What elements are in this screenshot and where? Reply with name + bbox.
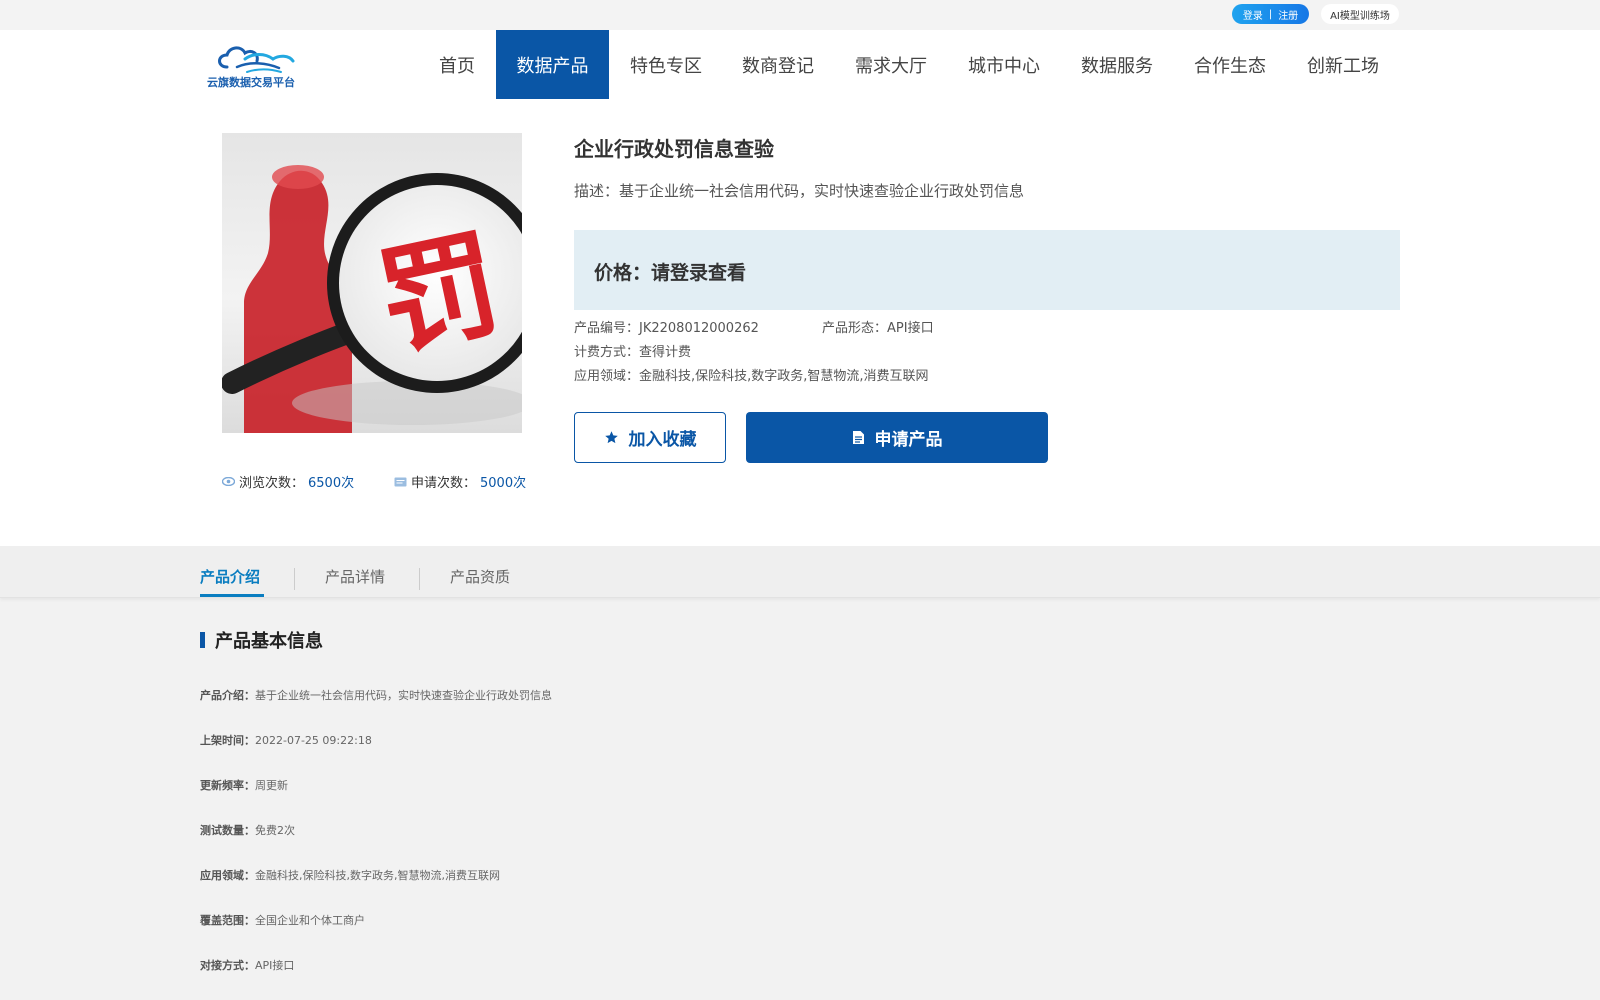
nav-item-featured[interactable]: 特色专区 [618,30,714,99]
nav-item-home[interactable]: 首页 [420,30,494,99]
product-description: 描述：基于企业统一社会信用代码，实时快速查验企业行政处罚信息 [574,182,1025,200]
info-value: 免费2次 [255,824,295,837]
applications-value: 5000次 [480,476,527,491]
product-image: 罚 [222,133,522,433]
info-value: API接口 [255,959,295,972]
tab-product-details[interactable]: 产品详情 [325,566,385,587]
info-row-update-frequency: 更新频率：周更新 [200,777,288,793]
product-tabs: 产品介绍 产品详情 产品资质 [0,546,1600,598]
add-to-favorites-button[interactable]: 加入收藏 [574,412,726,463]
info-value: 周更新 [255,779,288,792]
price-box: 价格：请登录查看 [574,230,1400,310]
star-icon [604,431,618,444]
section-title-bar [200,632,205,648]
auth-pill: 登录 | 注册 [1232,4,1309,24]
info-key: 覆盖范围： [200,914,255,927]
section-title: 产品基本信息 [200,628,323,652]
info-row-coverage: 覆盖范围：全国企业和个体工商户 [200,912,365,928]
info-key: 更新频率： [200,779,255,792]
site-logo[interactable]: 云旗数据交易平台 [207,41,301,91]
ai-training-link[interactable]: AI模型训练场 [1321,4,1399,24]
product-id: 产品编号：JK2208012000262 [574,321,759,336]
add-to-favorites-label: 加入收藏 [628,430,697,450]
nav-item-data-services[interactable]: 数据服务 [1069,30,1165,99]
logo-text: 云旗数据交易平台 [207,76,295,89]
info-value: 金融科技,保险科技,数字政务,智慧物流,消费互联网 [255,869,500,882]
info-key: 上架时间： [200,734,255,747]
product-form: 产品形态：API接口 [822,321,934,336]
product-title: 企业行政处罚信息查验 [574,137,774,161]
eye-icon [222,477,235,486]
top-strip: 登录 | 注册 AI模型训练场 [0,0,1600,30]
info-value: 2022-07-25 09:22:18 [255,734,372,747]
info-row-domains: 应用领域：金融科技,保险科技,数字政务,智慧物流,消费互联网 [200,867,500,883]
info-row-integration: 对接方式：API接口 [200,957,294,973]
info-key: 应用领域： [200,869,255,882]
cloud-logo-icon [218,46,295,73]
info-value: 全国企业和个体工商户 [255,914,365,927]
tab-product-qualifications[interactable]: 产品资质 [450,566,510,587]
info-value: 基于企业统一社会信用代码，实时快速查验企业行政处罚信息 [255,689,552,702]
product-summary: 罚 浏览次数： 6500次 申请次数： 5000次 企业行政处罚信息查验 描述：基于… [0,101,1600,546]
views-label: 浏览次数： [239,476,305,491]
application-icon [394,477,407,486]
billing-method: 计费方式：查得计费 [574,345,692,360]
apply-product-label: 申请产品 [874,430,943,450]
nav-item-data-products[interactable]: 数据产品 [496,30,609,99]
tab-product-intro[interactable]: 产品介绍 [200,566,260,587]
price-text: 价格：请登录查看 [594,262,747,284]
tab-divider [294,568,295,590]
apply-product-button[interactable]: 申请产品 [746,412,1048,463]
nav-item-demand-hall[interactable]: 需求大厅 [843,30,939,99]
applications-label: 申请次数： [411,476,477,491]
applications-stat: 申请次数： 5000次 [394,472,526,491]
info-key: 对接方式： [200,959,255,972]
application-domains: 应用领域：金融科技,保险科技,数字政务,智慧物流,消费互联网 [574,369,929,384]
info-row-listed-time: 上架时间：2022-07-25 09:22:18 [200,732,372,748]
nav-item-innovation-lab[interactable]: 创新工场 [1295,30,1391,99]
info-key: 测试数量： [200,824,255,837]
register-link[interactable]: 注册 [1278,7,1298,22]
auth-separator: | [1268,8,1273,20]
views-value: 6500次 [308,476,355,491]
nav-item-city-center[interactable]: 城市中心 [956,30,1052,99]
info-row-intro: 产品介绍：基于企业统一社会信用代码，实时快速查验企业行政处罚信息 [200,687,552,703]
document-icon [852,431,864,444]
main-header: 云旗数据交易平台 首页 数据产品 特色专区 数商登记 需求大厅 城市中心 数据服… [0,30,1600,101]
tab-divider [419,568,420,590]
nav-item-merchant-registration[interactable]: 数商登记 [730,30,826,99]
info-key: 产品介绍： [200,689,255,702]
nav-item-partners[interactable]: 合作生态 [1182,30,1278,99]
active-tab-indicator [200,594,264,597]
login-link[interactable]: 登录 [1243,7,1263,22]
section-title-text: 产品基本信息 [215,631,323,652]
views-stat: 浏览次数： 6500次 [222,472,354,491]
info-row-test-quota: 测试数量：免费2次 [200,822,295,838]
